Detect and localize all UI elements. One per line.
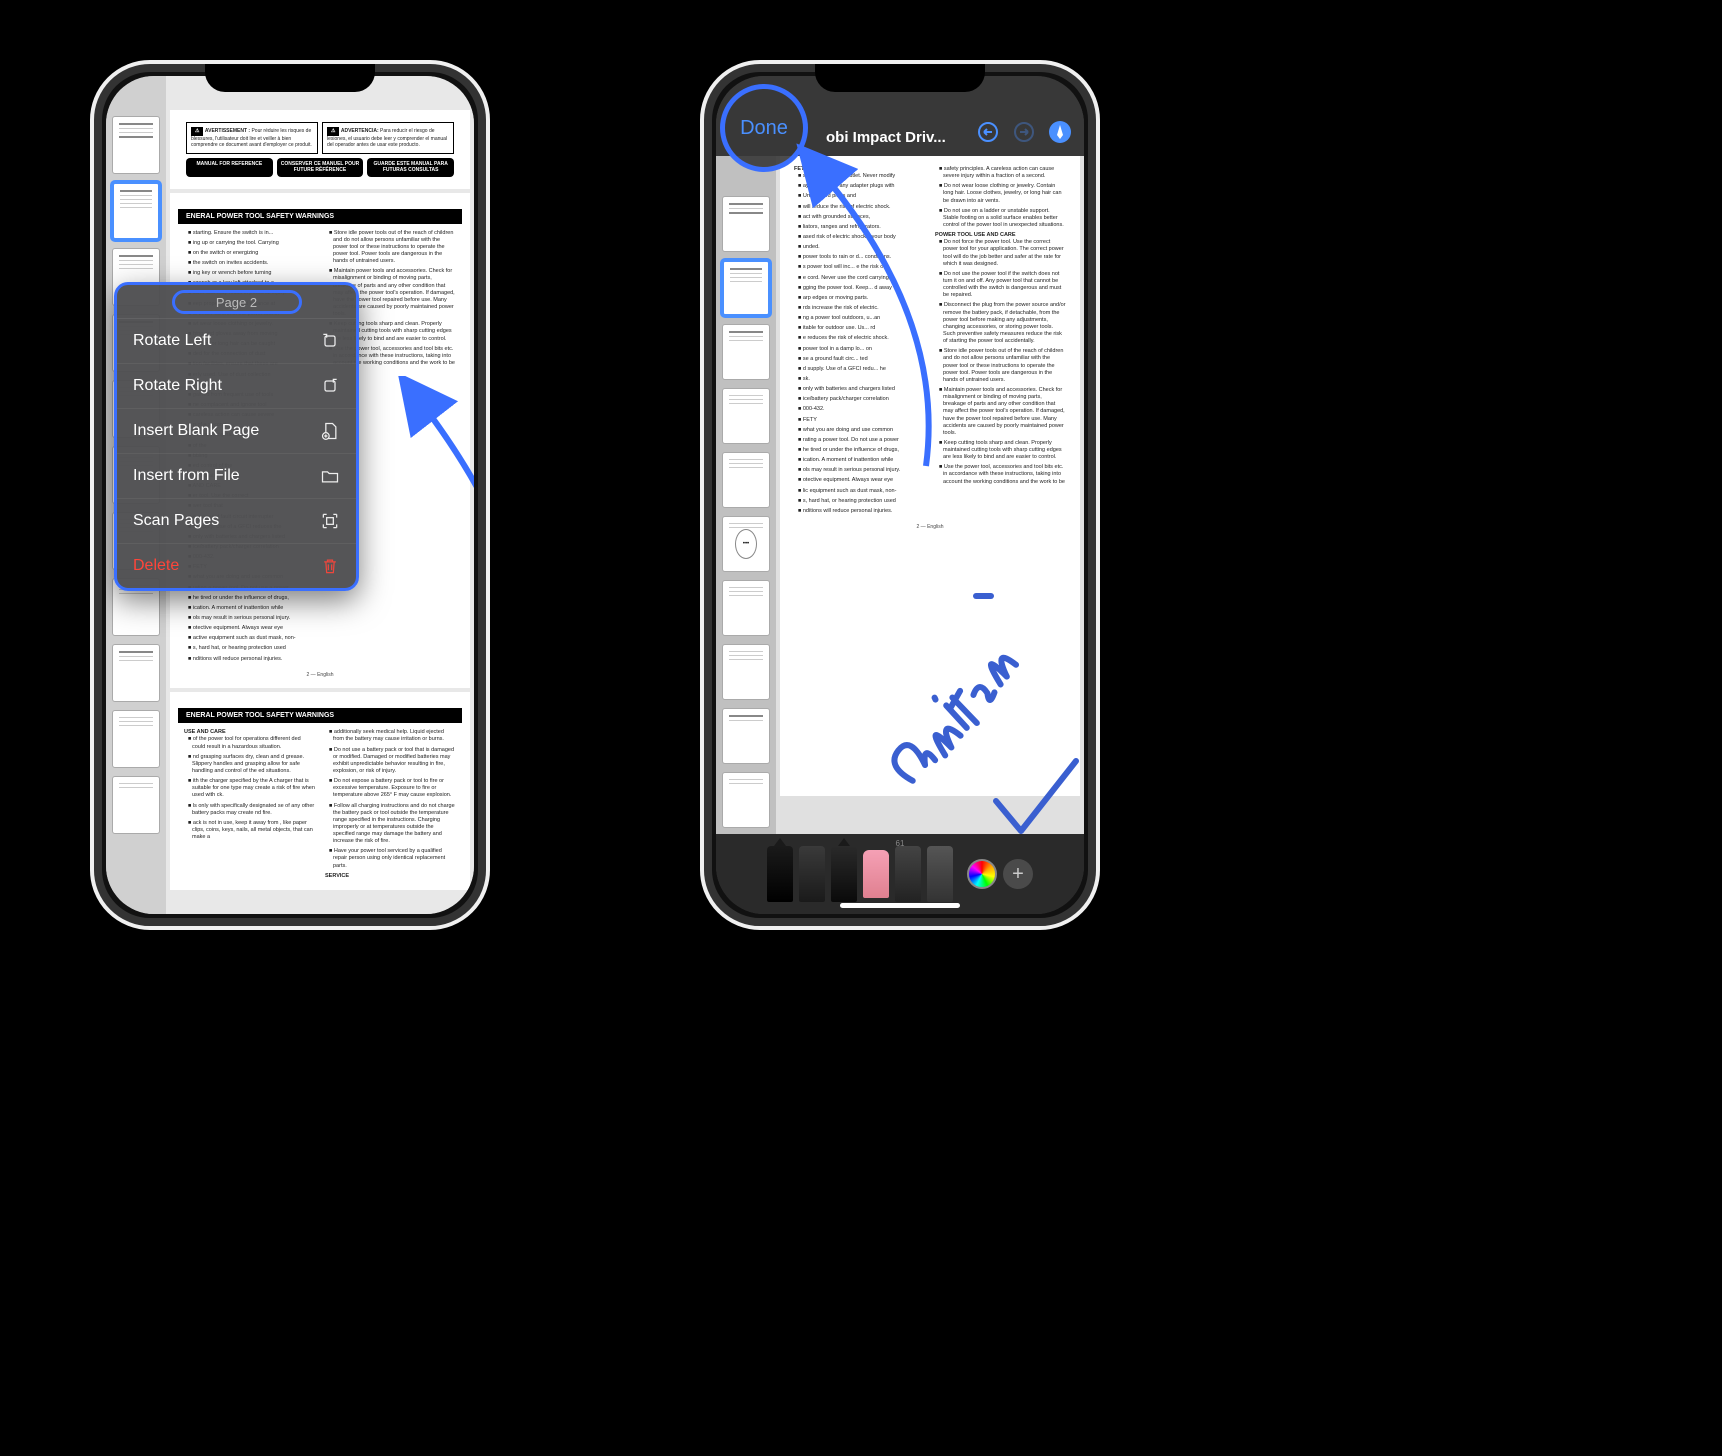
ref-button-en: MANUAL FOR REFERENCE [186, 158, 273, 177]
page-footer: 2 — English [184, 672, 456, 679]
thumbnail-page-7[interactable] [722, 580, 770, 636]
add-shape-button[interactable]: + [1003, 859, 1033, 889]
color-picker[interactable] [967, 859, 997, 889]
scan-icon [320, 511, 340, 531]
thumbnail-page-5[interactable] [722, 452, 770, 508]
tool-ruler[interactable] [927, 846, 953, 902]
thumbnail-sidebar-right[interactable]: ••• [716, 156, 776, 834]
redo-button[interactable] [1010, 118, 1038, 146]
annotation-done-circle: Done [720, 84, 808, 172]
trash-icon [320, 556, 340, 576]
document-title: obi Impact Driv... [826, 129, 966, 146]
tool-pen[interactable] [767, 846, 793, 902]
tool-lasso[interactable] [895, 846, 921, 902]
context-menu-title: Page 2 [117, 285, 356, 319]
document-page-3: ENERAL POWER TOOL SAFETY WARNINGS USE AN… [170, 692, 470, 890]
undo-button[interactable] [974, 118, 1002, 146]
document-page-top: ⚠ AVERTISSEMENT : Pour réduire les risqu… [170, 110, 470, 189]
screen-left: ⚠ AVERTISSEMENT : Pour réduire les risqu… [106, 76, 474, 914]
page-footer-right: 2 — English [794, 524, 1066, 531]
document-page: FETY s must match the outlet. Never modi… [780, 156, 1080, 796]
markup-pen-button[interactable] [1046, 118, 1074, 146]
notch [205, 64, 375, 92]
page-context-menu: Page 2 Rotate Left Rotate Right Insert B… [114, 282, 359, 591]
phone-right: LTE obi Impact Driv... Done [700, 60, 1100, 930]
thumbnail-page-3[interactable] [722, 324, 770, 380]
warning-box-fr: ⚠ AVERTISSEMENT : Pour réduire les risqu… [186, 122, 318, 154]
thumbnail-page-8[interactable] [722, 644, 770, 700]
menu-scan-pages[interactable]: Scan Pages [117, 499, 356, 544]
thumbnail-page-10[interactable] [722, 772, 770, 828]
tool-pencil[interactable] [831, 846, 857, 902]
rotate-left-icon [320, 331, 340, 351]
add-page-icon [320, 421, 340, 441]
screen-right: LTE obi Impact Driv... Done [716, 76, 1084, 914]
tool-marker[interactable] [799, 846, 825, 902]
ref-button-fr: CONSERVER CE MANUEL POUR FUTURE RÉFÉRENC… [277, 158, 364, 177]
thumbnail-page-1[interactable] [112, 116, 160, 174]
document-viewer-right[interactable]: FETY s must match the outlet. Never modi… [776, 156, 1084, 834]
rotate-right-icon [320, 376, 340, 396]
thumbnail-page-9[interactable] [112, 644, 160, 702]
home-indicator[interactable] [840, 903, 960, 908]
done-button[interactable]: Done [740, 117, 788, 140]
thumbnail-page-9[interactable] [722, 708, 770, 764]
thumbnail-page-2[interactable] [722, 260, 770, 316]
menu-rotate-left[interactable]: Rotate Left [117, 319, 356, 364]
menu-insert-file[interactable]: Insert from File [117, 454, 356, 499]
annotation-highlight-oval [172, 290, 302, 314]
tool-eraser[interactable] [863, 850, 889, 898]
notch [815, 64, 985, 92]
subsection-head: USE AND CARE [184, 729, 226, 735]
markup-toolbar: 61 + [716, 834, 1084, 914]
section-heading: ENERAL POWER TOOL SAFETY WARNINGS [178, 209, 462, 224]
sec-head-care: POWER TOOL USE AND CARE [935, 232, 1016, 238]
thumbnail-page-1[interactable] [722, 196, 770, 252]
section-heading-2: ENERAL POWER TOOL SAFETY WARNINGS [178, 708, 462, 723]
sec-head-safety: FETY [794, 166, 808, 172]
phone-left: ⚠ AVERTISSEMENT : Pour réduire les risqu… [90, 60, 490, 930]
ref-button-es: GUARDE ESTE MANUAL PARA FUTURAS CONSULTA… [367, 158, 454, 177]
thumbnail-page-2[interactable] [112, 182, 160, 240]
menu-insert-blank[interactable]: Insert Blank Page [117, 409, 356, 454]
subsection-head-service: SERVICE [325, 873, 349, 879]
menu-delete[interactable]: Delete [117, 544, 356, 588]
folder-icon [320, 466, 340, 486]
thumbnail-page-6[interactable]: ••• [722, 516, 770, 572]
menu-rotate-right[interactable]: Rotate Right [117, 364, 356, 409]
thumbnail-page-11[interactable] [112, 776, 160, 834]
warning-box-es: ⚠ ADVERTENCIA: Para reducir el riesgo de… [322, 122, 454, 154]
thumbnail-page-4[interactable] [722, 388, 770, 444]
thumbnail-page-10[interactable] [112, 710, 160, 768]
